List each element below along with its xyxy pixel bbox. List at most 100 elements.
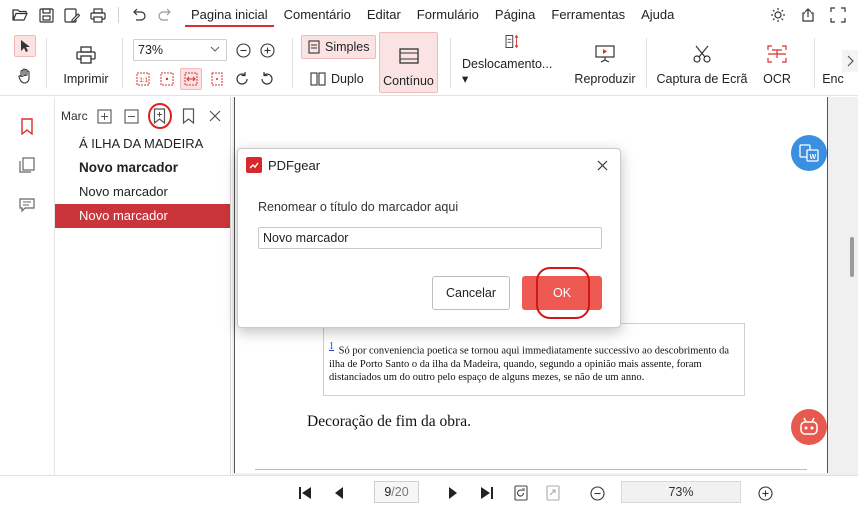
save-as-icon[interactable]: [60, 3, 84, 27]
fit-width-icon[interactable]: [180, 68, 202, 90]
close-icon[interactable]: [205, 105, 226, 127]
redo-icon[interactable]: [153, 3, 177, 27]
scissors-icon: [693, 45, 711, 63]
play-button[interactable]: Reproduzir: [574, 34, 636, 90]
chevron-down-icon: [210, 46, 220, 52]
scroll-mode-button[interactable]: Deslocamento... ▾: [462, 34, 562, 90]
rename-bookmark-dialog: PDFgear Renomear o título do marcador aq…: [237, 148, 621, 328]
double-page-icon: [310, 72, 326, 86]
last-page-icon[interactable]: [476, 482, 498, 504]
play-label: Reproduzir: [574, 72, 636, 86]
dialog-close-icon[interactable]: [590, 153, 614, 177]
go-back-icon[interactable]: [510, 482, 532, 504]
tab-ajuda[interactable]: Ajuda: [633, 0, 682, 30]
cancel-button[interactable]: Cancelar: [432, 276, 510, 310]
tab-editar[interactable]: Editar: [359, 0, 409, 30]
bookmark-item-selected[interactable]: Novo marcador: [55, 204, 230, 228]
zoom-out-icon[interactable]: [232, 39, 254, 61]
rotate-right-icon[interactable]: [231, 68, 253, 90]
print-button[interactable]: Imprimir: [60, 34, 112, 90]
tab-comentario[interactable]: Comentário: [276, 0, 359, 30]
tab-pagina-inicial[interactable]: Pagina inicial: [183, 0, 276, 30]
zoom-in-icon[interactable]: [256, 39, 278, 61]
ribbon-divider: [646, 38, 647, 88]
zoom-combo[interactable]: 73%: [133, 39, 227, 61]
pdfgear-logo-icon: [246, 157, 262, 173]
bookmark-item[interactable]: Novo marcador: [55, 180, 230, 204]
dialog-prompt: Renomear o título do marcador aqui: [258, 200, 459, 214]
ribbon-divider: [122, 38, 123, 88]
print-icon[interactable]: [86, 3, 110, 27]
add-bookmark-icon[interactable]: [148, 103, 172, 129]
vertical-scrollbar[interactable]: [850, 237, 854, 277]
print-label: Imprimir: [63, 72, 109, 86]
go-forward-icon[interactable]: [542, 482, 564, 504]
thumbnails-panel-icon[interactable]: [17, 155, 37, 175]
bookmark-icon[interactable]: [178, 105, 199, 127]
single-page-mode-button[interactable]: Simples: [301, 35, 377, 59]
ribbon-scroll-right-icon[interactable]: [842, 50, 858, 72]
ok-button[interactable]: OK: [522, 276, 602, 310]
page-number-field[interactable]: 9/20: [374, 481, 419, 503]
zoom-in-icon[interactable]: [754, 482, 776, 504]
ai-assistant-icon[interactable]: [791, 409, 827, 445]
fit-height-icon[interactable]: [206, 68, 228, 90]
save-icon[interactable]: [34, 3, 58, 27]
scroll-label: Deslocamento... ▾: [462, 57, 553, 86]
footnote-number[interactable]: 1: [329, 341, 334, 352]
ribbon-divider: [814, 38, 815, 88]
bookmark-item[interactable]: Á ILHA DA MADEIRA: [55, 132, 230, 156]
ribbon-divider: [450, 38, 451, 88]
tab-formulario[interactable]: Formulário: [409, 0, 487, 30]
open-folder-icon[interactable]: [8, 3, 32, 27]
printer-icon: [76, 46, 96, 64]
undo-icon[interactable]: [127, 3, 151, 27]
theme-icon[interactable]: [766, 3, 790, 27]
menu-bar: Pagina inicial Comentário Editar Formulá…: [0, 0, 858, 30]
panel-title: Marcadores: [61, 109, 88, 123]
screen-capture-button[interactable]: Captura de Ecrã: [656, 34, 748, 90]
fit-page-icon[interactable]: [156, 68, 178, 90]
screen-capture-label: Captura de Ecrã: [656, 72, 748, 86]
dialog-titlebar: PDFgear: [246, 155, 320, 175]
bookmark-panel-icon[interactable]: [17, 116, 37, 136]
fullscreen-icon[interactable]: [826, 3, 850, 27]
zoom-value: 73%: [138, 43, 164, 57]
footnote-block: 1 Só por conveniencia poetica se tornou …: [323, 323, 745, 396]
convert-to-word-icon[interactable]: W: [791, 135, 827, 171]
continuous-mode-button[interactable]: Contínuo: [379, 32, 438, 93]
expand-all-icon[interactable]: [94, 105, 115, 127]
bookmark-item[interactable]: Novo marcador: [55, 156, 230, 180]
overflow-tool-label: Enc: [822, 72, 844, 86]
share-icon[interactable]: [796, 3, 820, 27]
tab-ferramentas[interactable]: Ferramentas: [543, 0, 633, 30]
presentation-icon: [595, 45, 615, 63]
tab-pagina[interactable]: Página: [487, 0, 543, 30]
total-pages: /20: [391, 485, 409, 499]
current-page: 9: [384, 485, 392, 499]
comments-panel-icon[interactable]: [17, 195, 37, 215]
ribbon-divider: [292, 38, 293, 88]
select-tool-icon[interactable]: [14, 35, 36, 57]
zoom-level-field[interactable]: 73%: [621, 481, 741, 503]
page-heading: Decoração de fim da obra.: [307, 413, 471, 430]
first-page-icon[interactable]: [294, 482, 316, 504]
single-page-icon: [308, 40, 320, 54]
ocr-button[interactable]: OCR: [756, 34, 798, 90]
rotate-left-icon[interactable]: [256, 68, 278, 90]
collapse-all-icon[interactable]: [121, 105, 142, 127]
double-page-mode-button[interactable]: Duplo: [304, 68, 370, 90]
overflow-tool-button[interactable]: Enc: [822, 34, 844, 90]
footnote-text: Só por conveniencia poetica se tornou aq…: [329, 345, 730, 383]
toolbar-divider: [118, 7, 119, 23]
bookmarks-panel-header: Marcadores: [61, 103, 226, 129]
actual-size-icon[interactable]: 1:1: [132, 68, 154, 90]
svg-text:W: W: [810, 154, 817, 161]
hand-tool-icon[interactable]: [14, 65, 36, 87]
dialog-title: PDFgear: [268, 157, 321, 173]
zoom-out-icon[interactable]: [586, 482, 608, 504]
previous-page-icon[interactable]: [328, 482, 350, 504]
next-page-icon[interactable]: [442, 482, 464, 504]
single-page-label: Simples: [325, 40, 370, 54]
bookmark-title-input[interactable]: [258, 227, 602, 249]
